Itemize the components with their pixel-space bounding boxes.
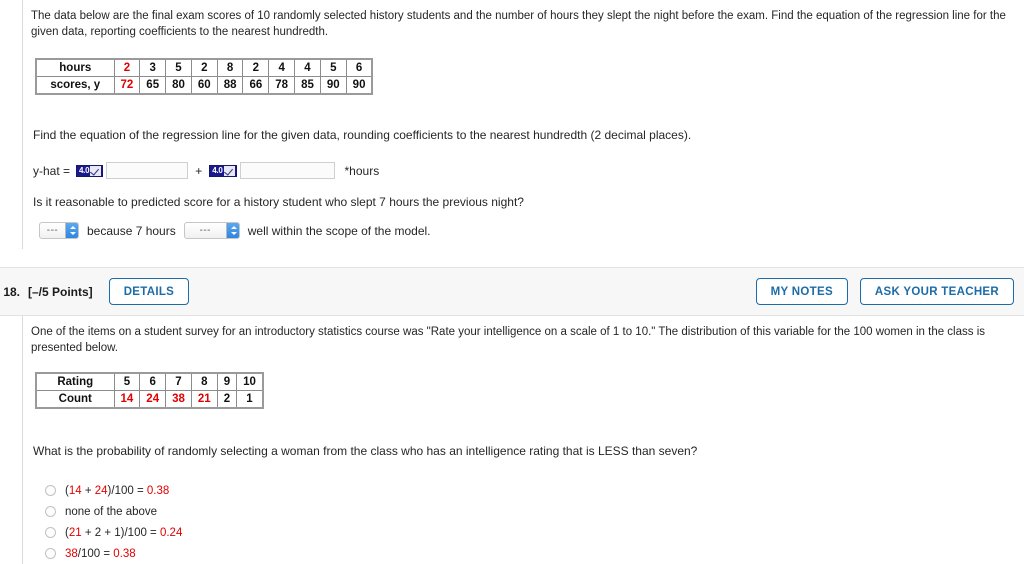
because-text: because 7 hours <box>87 223 176 238</box>
question-17-subprompt: Find the equation of the regression line… <box>33 128 692 142</box>
cell: 7 <box>165 372 192 391</box>
table-row: hours 2 3 5 2 8 2 4 4 5 6 <box>35 58 373 77</box>
cell: 66 <box>242 76 270 95</box>
cell: 2 <box>216 390 238 409</box>
my-notes-button[interactable]: MY NOTES <box>755 278 848 305</box>
reasonable-select-2[interactable]: --- <box>183 222 240 239</box>
badge-points-2: 4.0 <box>212 165 223 175</box>
cell: 24 <box>139 390 167 409</box>
choice-label: (21 + 2 + 1)/100 = 0.24 <box>65 526 183 539</box>
select-value: --- <box>199 225 211 236</box>
list-item[interactable]: (14 + 24)/100 = 0.38 <box>45 480 1024 501</box>
cell: 60 <box>190 76 218 95</box>
cell: 80 <box>165 76 192 95</box>
choice-label: none of the above <box>65 505 158 518</box>
list-item[interactable]: 38/100 = 0.38 <box>45 543 1024 564</box>
row-label-rating: Rating <box>35 372 115 391</box>
scope-text: well within the scope of the model. <box>247 223 431 238</box>
question-18-subprompt: What is the probability of randomly sele… <box>33 444 698 458</box>
cell: 4 <box>294 58 321 77</box>
cell: 1 <box>236 390 264 409</box>
radio-button-icon[interactable] <box>45 506 56 517</box>
question-points: [–/5 Points] <box>28 284 93 299</box>
cell: 14 <box>113 390 141 409</box>
cell: 3 <box>139 58 167 77</box>
row-label-hours: hours <box>35 58 115 77</box>
intercept-input[interactable] <box>106 162 189 179</box>
radio-button-icon[interactable] <box>45 485 56 496</box>
cell: 90 <box>345 76 373 95</box>
rating-count-table-wrap: Rating 5 6 7 8 9 10 Count 14 24 38 21 2 … <box>35 372 264 409</box>
cell: 85 <box>294 76 321 95</box>
answer-status-badge-2: 4.0 <box>209 164 237 177</box>
cell: 72 <box>113 76 141 95</box>
stepper-arrows-icon[interactable] <box>225 223 239 238</box>
table-row: scores, y 72 65 80 60 88 66 78 85 90 90 <box>35 76 373 95</box>
cell: 4 <box>268 58 296 77</box>
radio-button-icon[interactable] <box>45 548 56 559</box>
select-value: --- <box>46 225 59 236</box>
cell: 78 <box>268 76 296 95</box>
section-gap <box>0 249 1024 267</box>
stepper-arrows-icon[interactable] <box>65 223 78 238</box>
choice-label: (14 + 24)/100 = 0.38 <box>65 484 170 497</box>
reasonable-select-1[interactable]: --- <box>39 222 79 239</box>
row-label-count: Count <box>35 390 115 409</box>
cell: 5 <box>165 58 192 77</box>
cell: 2 <box>242 58 270 77</box>
choice-label: 38/100 = 0.38 <box>65 547 136 560</box>
hours-scores-table-wrap: hours 2 3 5 2 8 2 4 4 5 6 scores, y 72 6… <box>35 58 374 95</box>
cell: 5 <box>113 372 141 391</box>
cell: 10 <box>236 372 264 391</box>
radio-button-icon[interactable] <box>45 527 56 538</box>
question-17-prompt: The data below are the final exam scores… <box>31 10 1006 38</box>
cell: 21 <box>190 390 218 409</box>
cell: 9 <box>216 372 238 391</box>
cell: 8 <box>190 372 218 391</box>
table-row: Count 14 24 38 21 2 1 <box>35 390 264 409</box>
question-18-body: One of the items on a student survey for… <box>22 316 1024 564</box>
plus-operator: + <box>195 163 203 178</box>
cell: 90 <box>319 76 347 95</box>
cell: 88 <box>216 76 244 95</box>
ask-your-teacher-button[interactable]: ASK YOUR TEACHER <box>859 278 1014 305</box>
rating-count-table: Rating 5 6 7 8 9 10 Count 14 24 38 21 2 … <box>35 372 264 409</box>
cell: 65 <box>139 76 167 95</box>
cell: 6 <box>139 372 167 391</box>
regression-equation-row: y-hat = 4.0 + 4.0 *hours <box>33 162 1024 179</box>
details-button[interactable]: DETAILS <box>108 278 190 305</box>
cell: 2 <box>190 58 218 77</box>
assignment-page: The data below are the final exam scores… <box>0 0 1024 564</box>
check-icon <box>223 165 235 176</box>
reasonable-answer-row: --- because 7 hours --- well within the … <box>39 222 1024 239</box>
y-hat-label: y-hat = <box>33 163 71 178</box>
cell: 5 <box>319 58 347 77</box>
row-label-scores: scores, y <box>35 76 115 95</box>
cell: 6 <box>345 58 373 77</box>
check-icon <box>90 165 102 176</box>
question-17-body: The data below are the final exam scores… <box>22 0 1024 249</box>
question-number: 18. <box>3 284 20 299</box>
question-17-block: The data below are the final exam scores… <box>0 0 1024 249</box>
question-18-header: 18. [–/5 Points] DETAILS MY NOTES ASK YO… <box>0 268 1024 316</box>
cell: 2 <box>113 58 141 77</box>
cell: 38 <box>165 390 192 409</box>
badge-points-1: 4.0 <box>79 165 90 175</box>
list-item[interactable]: (21 + 2 + 1)/100 = 0.24 <box>45 522 1024 543</box>
slope-input[interactable] <box>239 162 335 179</box>
table-row: Rating 5 6 7 8 9 10 <box>35 372 264 391</box>
question-18-block: 18. [–/5 Points] DETAILS MY NOTES ASK YO… <box>0 268 1024 564</box>
hours-scores-table: hours 2 3 5 2 8 2 4 4 5 6 scores, y 72 6… <box>35 58 374 95</box>
question-17-reasonable-prompt: Is it reasonable to predicted score for … <box>33 195 524 209</box>
question-18-prompt: One of the items on a student survey for… <box>31 326 986 354</box>
answer-status-badge-1: 4.0 <box>76 164 104 177</box>
answer-choices-list: (14 + 24)/100 = 0.38 none of the above (… <box>45 480 1024 564</box>
hours-suffix-label: *hours <box>344 163 380 178</box>
cell: 8 <box>216 58 244 77</box>
list-item[interactable]: none of the above <box>45 501 1024 522</box>
